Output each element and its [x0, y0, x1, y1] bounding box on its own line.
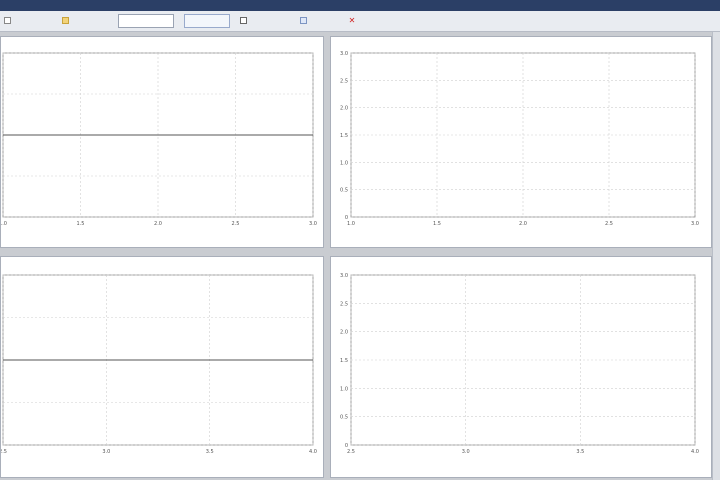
- x-tick-label: 4.0: [309, 449, 317, 455]
- envelope-panel-top: 1.0 1.5 2.0 2.5 3.0 0 0.5 1.0 1.5 2.0 2.5 3.0: [330, 36, 712, 248]
- toolbar-button[interactable]: [184, 14, 230, 28]
- y-tick-label: 0: [345, 215, 348, 221]
- signal-chart: 1.0 1.5 2.0 2.5 3.0: [1, 52, 317, 227]
- y-tick-label: 2.5: [340, 301, 348, 307]
- x-tick-label: 4.0: [691, 449, 699, 455]
- folder-icon: [62, 17, 69, 24]
- window-title: [0, 0, 720, 11]
- checkbox-checked-icon: [300, 17, 307, 24]
- signal-chart: 2.5 3.0 3.5 4.0: [1, 274, 317, 455]
- x-tick-label: 3.5: [576, 449, 584, 455]
- chart-icon: [4, 17, 11, 24]
- y-tick-label: 0.5: [340, 415, 348, 421]
- checkbox-icon: [240, 17, 247, 24]
- x-tick-label: 3.0: [309, 221, 317, 227]
- toggle-option-3[interactable]: ✕: [348, 15, 358, 27]
- y-tick-label: 0: [345, 443, 348, 449]
- datetime-field[interactable]: [118, 14, 174, 28]
- y-tick-label: 1.0: [340, 386, 348, 392]
- toolbar-item-chart[interactable]: [4, 15, 13, 27]
- y-tick-label: 2.0: [340, 330, 348, 336]
- x-tick-label: 1.0: [347, 221, 355, 227]
- x-tick-label: 2.5: [1, 449, 7, 455]
- y-tick-label: 3.0: [340, 273, 348, 279]
- toolbar-item-folder[interactable]: [62, 15, 71, 27]
- x-tick-label: 3.0: [462, 449, 470, 455]
- x-tick-label: 2.0: [154, 221, 162, 227]
- y-tick-label: 3.0: [340, 51, 348, 57]
- x-tick-label: 1.0: [1, 221, 7, 227]
- y-tick-label: 1.0: [340, 160, 348, 166]
- y-tick-label: 0.5: [340, 188, 348, 194]
- toggle-option-2[interactable]: [300, 15, 309, 27]
- signal-panel-top: 1.0 1.5 2.0 2.5 3.0: [0, 36, 324, 248]
- signal-panel-bottom: 2.5 3.0 3.5 4.0: [0, 256, 324, 478]
- envelope-panel-bottom: 2.5 3.0 3.5 4.0 0 0.5 1.0 1.5 2.0 2.5 3.0: [330, 256, 712, 478]
- y-tick-label: 2.5: [340, 78, 348, 84]
- envelope-chart: 1.0 1.5 2.0 2.5 3.0 0 0.5 1.0 1.5 2.0 2.5 3.0: [340, 51, 699, 227]
- x-tick-label: 1.5: [433, 221, 441, 227]
- x-tick-label: 2.5: [605, 221, 613, 227]
- toolbar: ✕: [0, 11, 720, 32]
- vertical-scrollbar[interactable]: [712, 32, 720, 480]
- x-tick-label: 3.5: [206, 449, 214, 455]
- x-tick-label: 2.0: [519, 221, 527, 227]
- x-tick-label: 3.0: [691, 221, 699, 227]
- x-tick-label: 1.5: [77, 221, 85, 227]
- close-icon: ✕: [348, 16, 356, 25]
- x-tick-label: 3.0: [102, 449, 110, 455]
- y-tick-label: 1.5: [340, 133, 348, 139]
- y-tick-label: 1.5: [340, 358, 348, 364]
- x-tick-label: 2.5: [232, 221, 240, 227]
- toggle-option-1[interactable]: [240, 15, 249, 27]
- y-tick-label: 2.0: [340, 106, 348, 112]
- x-tick-label: 2.5: [347, 449, 355, 455]
- envelope-chart: 2.5 3.0 3.5 4.0 0 0.5 1.0 1.5 2.0 2.5 3.0: [340, 273, 699, 455]
